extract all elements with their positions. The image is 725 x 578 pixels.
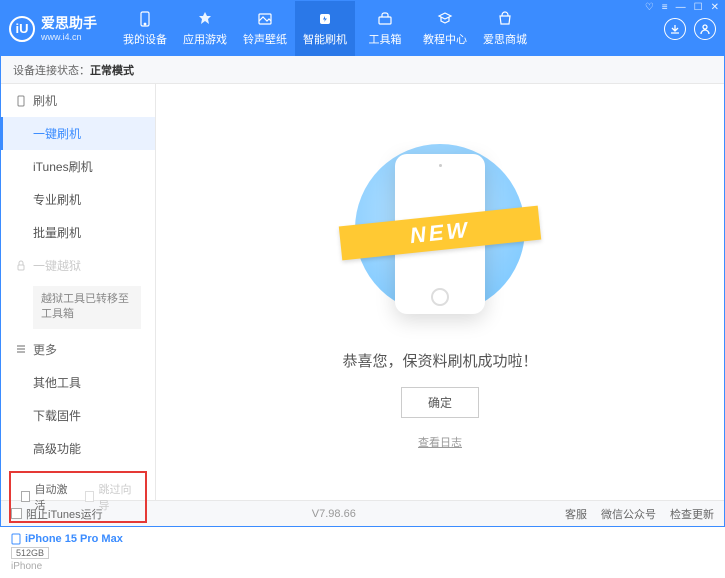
section-label: 刷机 [33,92,57,109]
nav-apps[interactable]: 应用游戏 [175,1,235,56]
jailbreak-note: 越狱工具已转移至工具箱 [33,286,141,329]
nav-label: 爱思商城 [483,31,527,47]
status-link-update[interactable]: 检查更新 [670,506,714,522]
toolbox-icon [376,10,394,28]
device-block[interactable]: iPhone 15 Pro Max 512GB iPhone [1,527,155,578]
shop-icon [496,10,514,28]
status-link-support[interactable]: 客服 [565,506,587,522]
device-icon [11,533,21,545]
block-itunes-checkbox[interactable]: 阻止iTunes运行 [11,506,103,522]
ok-button[interactable]: 确定 [401,387,479,418]
logo-icon: iU [9,16,35,42]
nav-flash[interactable]: 智能刷机 [295,1,355,56]
sidebar-section-more[interactable]: 更多 [1,333,155,366]
logo: iU 爱思助手 www.i4.cn [9,15,115,43]
nav-label: 智能刷机 [303,31,347,47]
phone-icon [136,10,154,28]
nav-label: 应用游戏 [183,31,227,47]
status-link-wechat[interactable]: 微信公众号 [601,506,656,522]
navbar: 我的设备 应用游戏 铃声壁纸 智能刷机 工具箱 教程中心 爱思商城 [115,1,535,56]
section-label: 一键越狱 [33,257,81,274]
phone-small-icon [15,95,27,107]
device-name: iPhone 15 Pro Max [11,533,145,545]
nav-my-device[interactable]: 我的设备 [115,1,175,56]
menu-icon[interactable]: ≡ [662,2,668,13]
success-illustration: NEW [350,134,530,334]
lock-icon [15,260,27,272]
nav-label: 教程中心 [423,31,467,47]
device-storage: 512GB [11,547,49,559]
list-icon [15,343,27,355]
subheader: 设备连接状态： 正常模式 [1,56,724,84]
sidebar-item-pro-flash[interactable]: 专业刷机 [1,183,155,216]
version-label: V7.98.66 [312,508,356,520]
checkbox-label: 阻止iTunes运行 [26,506,103,522]
image-icon [256,10,274,28]
nav-label: 铃声壁纸 [243,31,287,47]
success-message: 恭喜您，保资料刷机成功啦！ [342,350,537,371]
device-type: iPhone [11,561,145,572]
sidebar: 刷机 一键刷机 iTunes刷机 专业刷机 批量刷机 一键越狱 越狱工具已转移至… [1,84,156,500]
minimize-icon[interactable]: — [676,2,686,13]
logo-subtitle: www.i4.cn [41,32,97,43]
flash-icon [316,10,334,28]
main: 刷机 一键刷机 iTunes刷机 专业刷机 批量刷机 一键越狱 越狱工具已转移至… [1,84,724,500]
checkbox-icon [11,508,22,519]
sidebar-item-itunes-flash[interactable]: iTunes刷机 [1,150,155,183]
nav-label: 我的设备 [123,31,167,47]
user-button[interactable] [694,18,716,40]
sidebar-item-download-fw[interactable]: 下载固件 [1,399,155,432]
close-icon[interactable]: ✕ [711,2,719,13]
gift-icon[interactable]: ♡ [645,2,654,13]
sidebar-section-flash[interactable]: 刷机 [1,84,155,117]
tutorial-icon [436,10,454,28]
nav-label: 工具箱 [369,31,402,47]
download-button[interactable] [664,18,686,40]
logo-title: 爱思助手 [41,15,97,32]
view-log-link[interactable]: 查看日志 [418,434,462,450]
sidebar-item-other-tools[interactable]: 其他工具 [1,366,155,399]
sidebar-section-jailbreak: 一键越狱 [1,249,155,282]
sidebar-item-advanced[interactable]: 高级功能 [1,432,155,465]
maximize-icon[interactable]: ☐ [694,2,703,13]
checkbox-label: 跳过向导 [98,481,135,513]
nav-toolbox[interactable]: 工具箱 [355,1,415,56]
section-label: 更多 [33,341,57,358]
header: iU 爱思助手 www.i4.cn 我的设备 应用游戏 铃声壁纸 智能刷机 工具… [1,1,724,56]
sidebar-item-oneclick-flash[interactable]: 一键刷机 [1,117,155,150]
nav-shop[interactable]: 爱思商城 [475,1,535,56]
nav-tutorials[interactable]: 教程中心 [415,1,475,56]
nav-ringtones[interactable]: 铃声壁纸 [235,1,295,56]
sidebar-item-batch-flash[interactable]: 批量刷机 [1,216,155,249]
connection-prefix: 设备连接状态： [13,62,90,78]
checkbox-icon [85,491,94,502]
app-icon [196,10,214,28]
content: NEW 恭喜您，保资料刷机成功啦！ 确定 查看日志 [156,84,724,500]
connection-status: 正常模式 [90,62,134,78]
checkbox-icon [21,491,30,502]
